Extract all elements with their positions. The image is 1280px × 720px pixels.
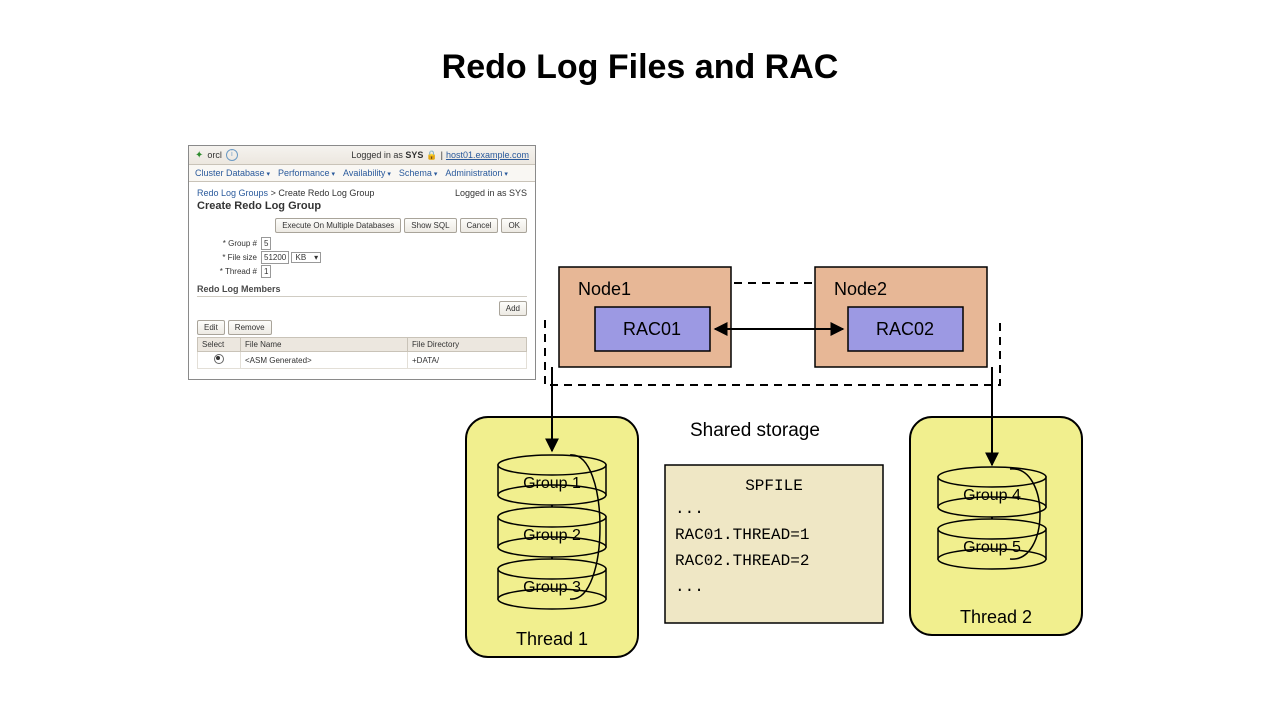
thread1-label: Thread 1	[516, 629, 588, 649]
em-menubar: Cluster Database Performance Availabilit…	[189, 165, 535, 182]
spfile-line: RAC01.THREAD=1	[675, 526, 809, 544]
menu-availability[interactable]: Availability	[343, 168, 391, 178]
node2-label: Node2	[834, 279, 887, 299]
group5-cylinder: Group 5	[938, 519, 1046, 569]
col-filename: File Name	[241, 338, 408, 352]
ok-button[interactable]: OK	[501, 218, 527, 233]
remove-button[interactable]: Remove	[228, 320, 272, 335]
svg-text:Group 5: Group 5	[963, 539, 1021, 556]
group4-cylinder: Group 4	[938, 467, 1046, 517]
spfile-line: RAC02.THREAD=2	[675, 552, 809, 570]
em-topbar: ✦ orcl i Logged in as SYS 🔒 | host01.exa…	[189, 146, 535, 165]
label-filesize: File size	[201, 253, 261, 262]
host-link[interactable]: host01.example.com	[446, 150, 529, 160]
lock-icon: 🔒	[426, 150, 437, 161]
menu-schema[interactable]: Schema	[399, 168, 438, 178]
breadcrumb-parent[interactable]: Redo Log Groups	[197, 188, 268, 198]
breadcrumb-current: Create Redo Log Group	[278, 188, 374, 198]
info-icon[interactable]: i	[226, 149, 238, 161]
svg-text:Group 2: Group 2	[523, 527, 581, 544]
group1-cylinder: Group 1	[498, 455, 606, 505]
execute-multidb-button[interactable]: Execute On Multiple Databases	[275, 218, 401, 233]
spfile-line: ...	[675, 500, 704, 518]
logged-in-as-2: Logged in as SYS	[455, 188, 527, 198]
logged-in-as: Logged in as SYS	[351, 150, 423, 160]
row-radio[interactable]	[214, 354, 224, 364]
cell-filename: <ASM Generated>	[241, 352, 408, 369]
input-group[interactable]: 5	[261, 237, 271, 250]
menu-performance[interactable]: Performance	[278, 168, 335, 178]
label-thread: Thread #	[201, 267, 261, 276]
thread2-label: Thread 2	[960, 607, 1032, 627]
orcl-label: orcl	[207, 150, 222, 160]
input-thread[interactable]: 1	[261, 265, 271, 278]
menu-cluster-database[interactable]: Cluster Database	[195, 168, 270, 178]
group2-cylinder: Group 2	[498, 507, 606, 557]
rac01-label: RAC01	[623, 319, 681, 339]
edit-button[interactable]: Edit	[197, 320, 225, 335]
cancel-button[interactable]: Cancel	[460, 218, 499, 233]
form-title: Create Redo Log Group	[197, 200, 527, 212]
architecture-diagram: Node1 RAC01 Node2 RAC02 SPFILE ... RAC01…	[460, 255, 1100, 675]
col-select: Select	[198, 338, 241, 352]
svg-text:Group 1: Group 1	[523, 475, 581, 492]
show-sql-button[interactable]: Show SQL	[404, 218, 456, 233]
select-filesize-unit[interactable]: KB	[291, 252, 321, 263]
input-filesize[interactable]: 51200	[261, 251, 289, 264]
breadcrumb: Redo Log Groups > Create Redo Log Group	[197, 188, 374, 198]
top-button-row: Execute On Multiple Databases Show SQL C…	[197, 218, 527, 233]
menu-administration[interactable]: Administration	[445, 168, 508, 178]
svg-text:Group 4: Group 4	[963, 487, 1021, 504]
db-icon: ✦	[195, 150, 203, 161]
spfile-title: SPFILE	[745, 477, 803, 495]
page-title: Redo Log Files and RAC	[0, 48, 1280, 87]
node1-label: Node1	[578, 279, 631, 299]
rac02-label: RAC02	[876, 319, 934, 339]
label-group: Group #	[201, 239, 261, 248]
spfile-line: ...	[675, 578, 704, 596]
svg-text:Group 3: Group 3	[523, 579, 581, 596]
